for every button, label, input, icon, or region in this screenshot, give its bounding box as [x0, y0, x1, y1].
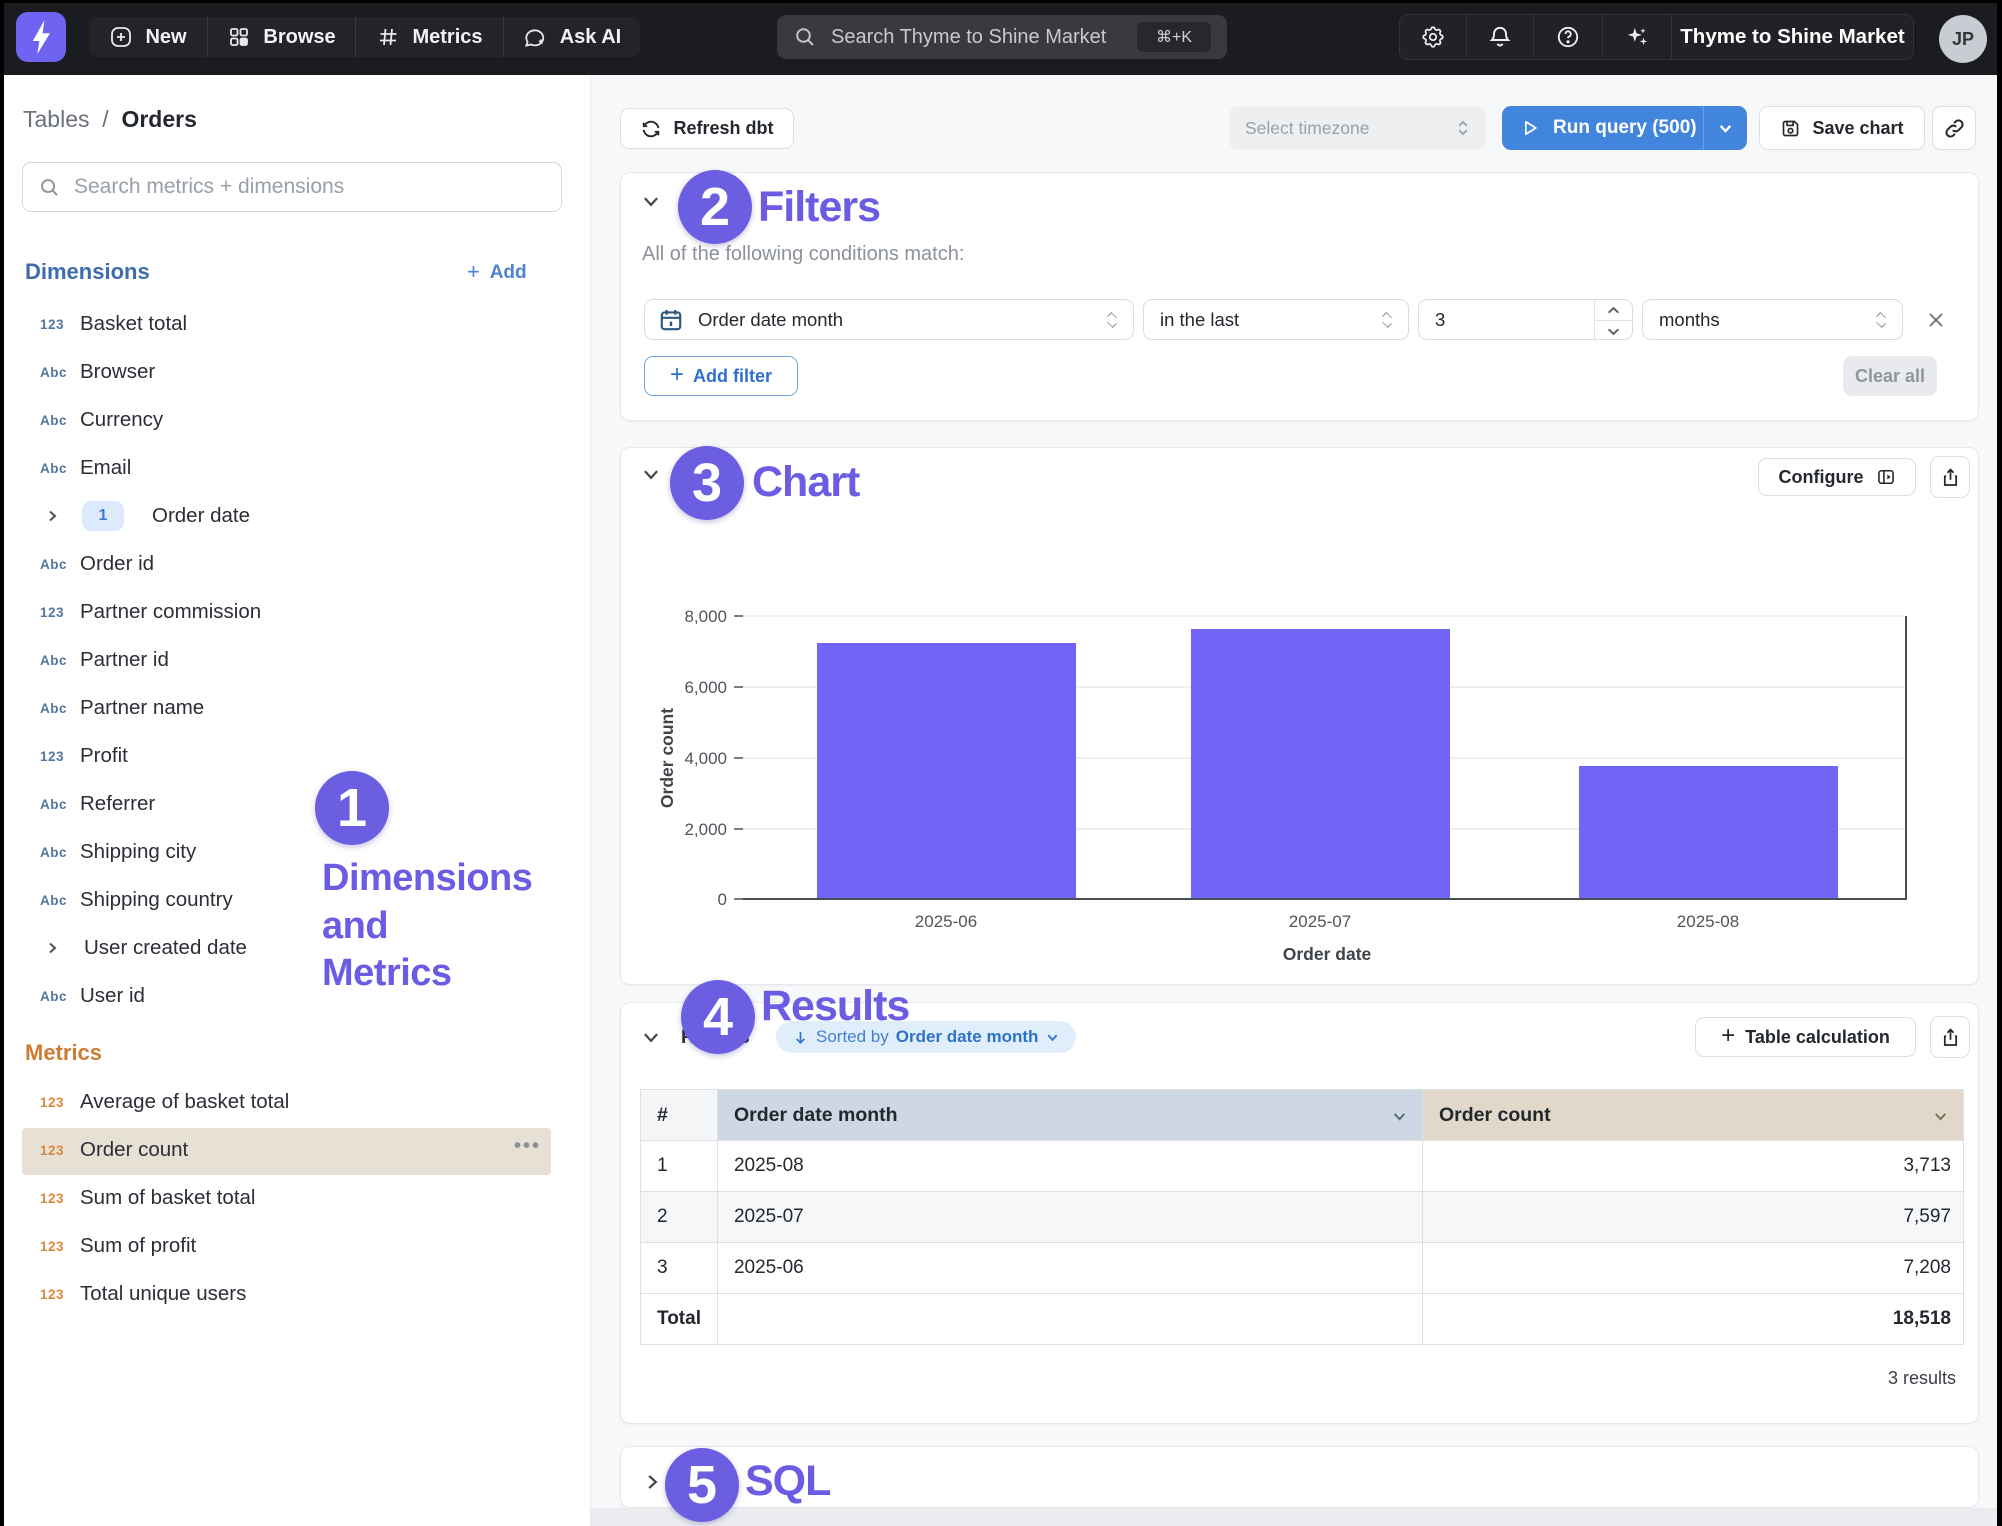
svg-text:2025-06: 2025-06 — [915, 912, 977, 931]
svg-text:4,000: 4,000 — [684, 749, 727, 768]
svg-text:2025-08: 2025-08 — [1677, 912, 1739, 931]
svg-text:2025-07: 2025-07 — [1289, 912, 1351, 931]
svg-text:2,000: 2,000 — [684, 820, 727, 839]
svg-text:Order date: Order date — [1283, 944, 1372, 964]
svg-text:6,000: 6,000 — [684, 678, 727, 697]
svg-text:8,000: 8,000 — [684, 607, 727, 626]
svg-text:0: 0 — [718, 890, 727, 909]
svg-text:Order count: Order count — [657, 708, 677, 808]
